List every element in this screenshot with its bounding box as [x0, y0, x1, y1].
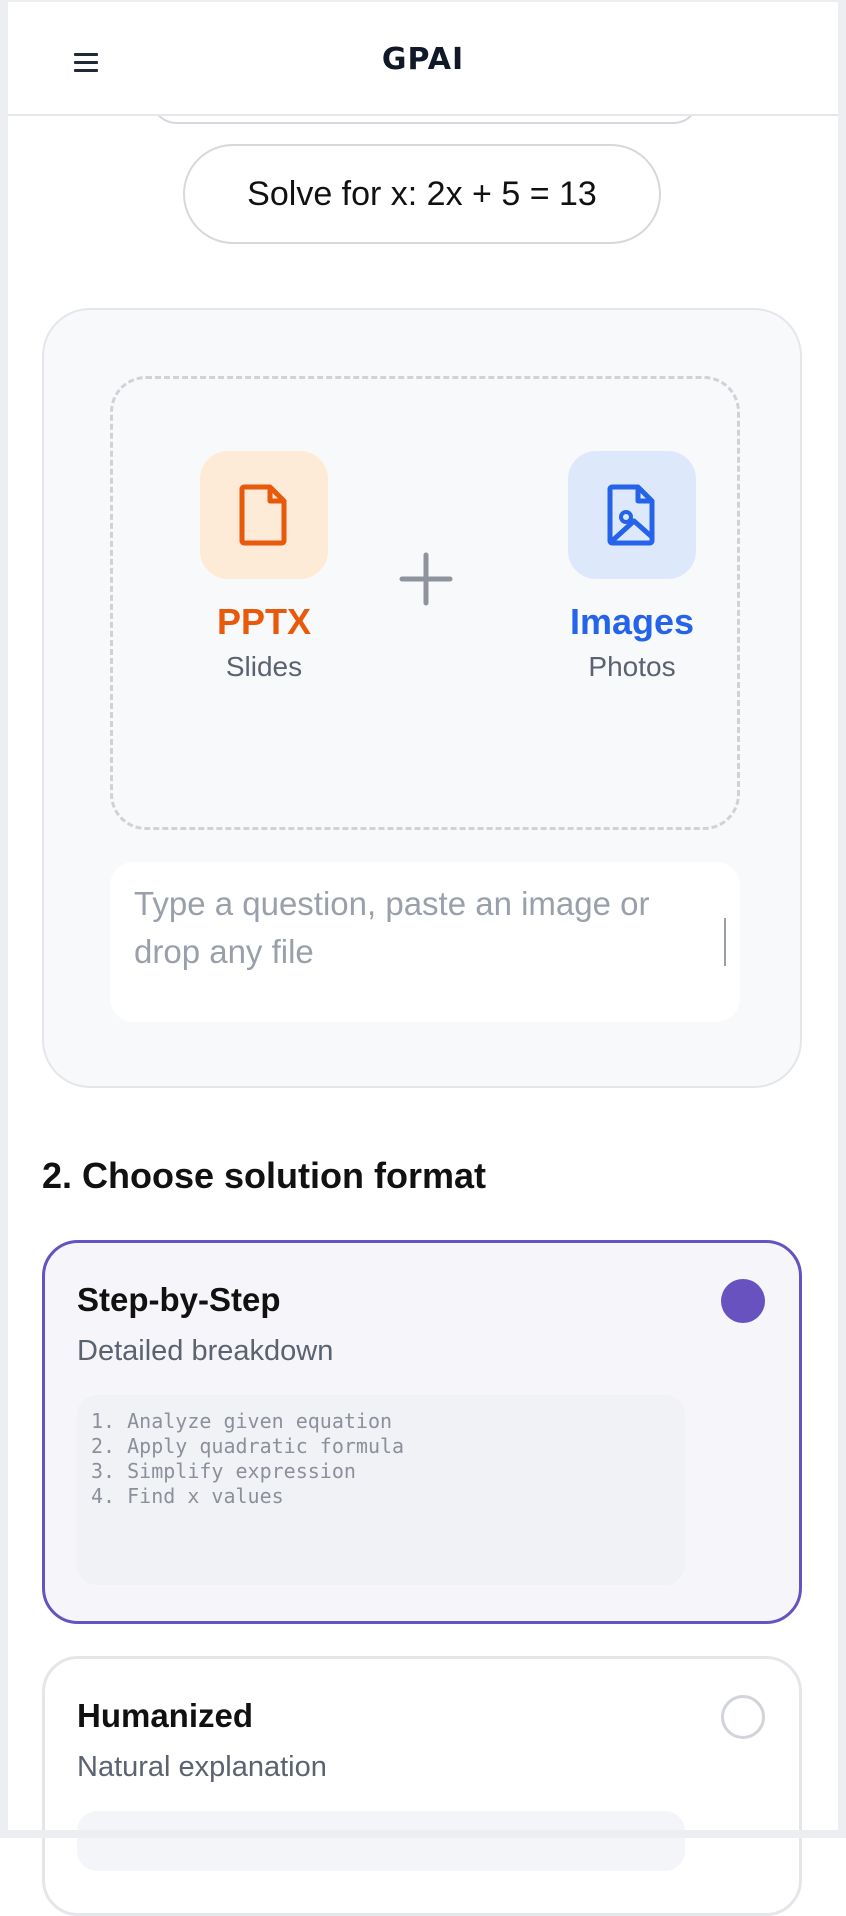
option-subtitle: Detailed breakdown: [77, 1335, 334, 1367]
option-preview: 1. Analyze given equation 2. Apply quadr…: [77, 1395, 685, 1585]
filetype-images-name: Images: [569, 601, 695, 642]
filetype-images-subtitle: Photos: [588, 651, 676, 682]
option-title: Humanized: [77, 1697, 254, 1734]
hamburger-menu-icon[interactable]: [62, 40, 110, 84]
preview-line: 4. Find x values: [91, 1484, 284, 1508]
filetype-pptx: PPTX Slides: [164, 451, 364, 683]
radio-selected[interactable]: [721, 1279, 765, 1323]
option-humanized[interactable]: Humanized Natural explanation: [42, 1656, 802, 1916]
text-caret: [724, 918, 726, 966]
question-input-placeholder: Type a question, paste an image or drop …: [134, 885, 650, 970]
app-logo[interactable]: GPAI: [382, 42, 464, 77]
file-dropzone[interactable]: PPTX Slides Images Photos: [110, 376, 740, 830]
radio-unselected[interactable]: [721, 1695, 765, 1739]
preview-line: 1. Analyze given equation: [91, 1409, 393, 1433]
app-header: GPAI: [8, 2, 838, 116]
section-heading: 2. Choose solution format: [42, 1155, 487, 1196]
file-icon: [200, 451, 328, 579]
preview-line: 3. Simplify expression: [91, 1459, 356, 1483]
filetype-pptx-name: PPTX: [216, 601, 312, 642]
filetype-images: Images Photos: [532, 451, 732, 683]
upload-card: PPTX Slides Images Photos Type a questio…: [42, 308, 802, 1088]
image-file-icon: [568, 451, 696, 579]
option-title: Step-by-Step: [77, 1281, 281, 1318]
filetype-pptx-subtitle: Slides: [225, 651, 303, 682]
plus-icon: [396, 549, 456, 609]
option-subtitle: Natural explanation: [77, 1751, 327, 1783]
preview-line: 2. Apply quadratic formula: [91, 1434, 405, 1458]
option-step-by-step[interactable]: Step-by-Step Detailed breakdown 1. Analy…: [42, 1240, 802, 1624]
question-input[interactable]: Type a question, paste an image or drop …: [110, 862, 740, 1022]
example-prompt-pill[interactable]: Solve for x: 2x + 5 = 13: [183, 144, 661, 244]
option-preview: [77, 1811, 685, 1871]
